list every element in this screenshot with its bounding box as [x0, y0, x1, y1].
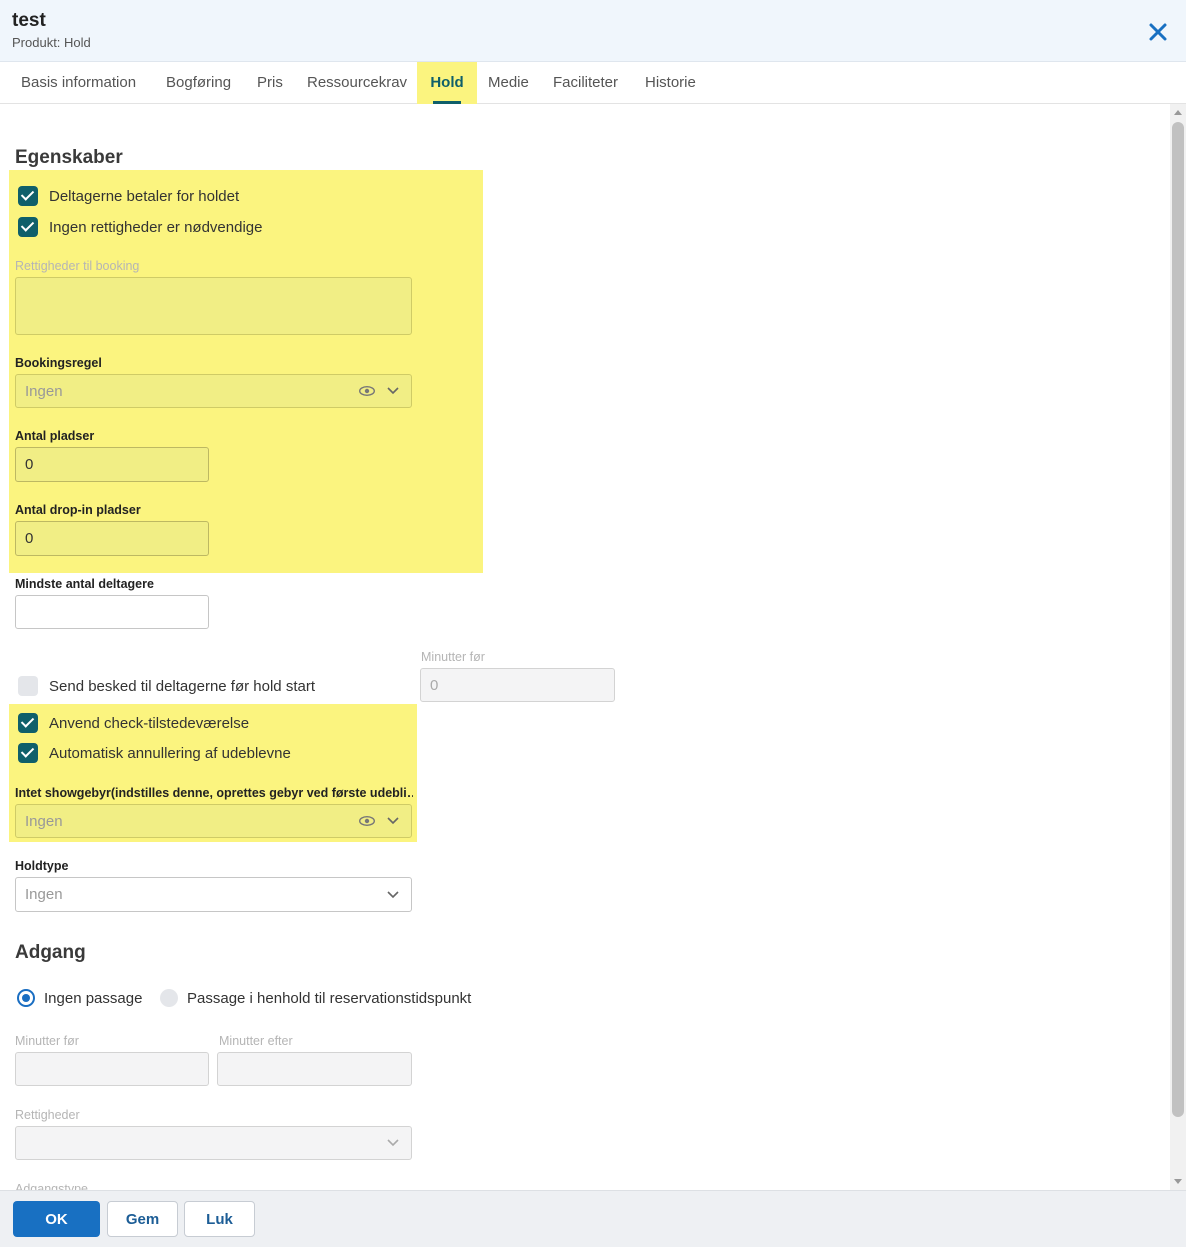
rights-booking-field[interactable]	[15, 277, 412, 335]
check-icon[interactable]	[18, 186, 38, 206]
dialog-footer: OK Gem Luk	[0, 1190, 1186, 1247]
dialog-subtitle: Produkt: Hold	[12, 35, 91, 50]
booking-rule-label: Bookingsregel	[15, 356, 102, 370]
tab-pris[interactable]: Pris	[253, 62, 287, 104]
scrollbar-thumb[interactable]	[1172, 122, 1184, 1117]
checkbox-send-message[interactable]: Send besked til deltagerne før hold star…	[15, 675, 315, 697]
access-minutes-after-input[interactable]	[217, 1052, 412, 1086]
access-minutes-before-label: Minutter før	[15, 1034, 79, 1048]
access-type-label: Adgangstype	[15, 1182, 88, 1190]
radio-no-passage-label: Ingen passage	[44, 989, 143, 1007]
tab-ressourcekrav[interactable]: Ressourcekrav	[303, 62, 411, 104]
radio-button[interactable]	[17, 989, 35, 1007]
save-button[interactable]: Gem	[107, 1201, 178, 1237]
check-icon[interactable]	[18, 217, 38, 237]
checkbox-send-message-label: Send besked til deltagerne før hold star…	[49, 677, 315, 695]
noshow-fee-label: Intet showgebyr(indstilles denne, oprett…	[15, 786, 413, 800]
checkbox-autocancel[interactable]: Automatisk annullering af udeblevne	[15, 742, 291, 764]
noshow-fee-select[interactable]: Ingen	[15, 804, 412, 838]
tab-hold[interactable]: Hold	[417, 62, 477, 104]
dialog-title: test	[12, 10, 46, 31]
holdtype-select[interactable]: Ingen	[15, 877, 412, 912]
rights-booking-label: Rettigheder til booking	[15, 259, 140, 273]
dropin-input[interactable]: 0	[15, 521, 209, 556]
checkbox-no-rights-label: Ingen rettigheder er nødvendige	[49, 218, 263, 236]
chevron-down-icon[interactable]	[387, 817, 399, 825]
section-heading-egenskaber: Egenskaber	[15, 147, 123, 168]
checkbox-autocancel-label: Automatisk annullering af udeblevne	[49, 744, 291, 762]
minutes-before-input[interactable]: 0	[420, 668, 615, 702]
chevron-down-icon[interactable]	[387, 890, 399, 899]
booking-rule-select[interactable]: Ingen	[15, 374, 412, 408]
section-heading-adgang: Adgang	[15, 942, 86, 963]
scroll-down-icon[interactable]	[1174, 1179, 1182, 1184]
dialog-header: test Produkt: Hold	[0, 0, 1186, 62]
check-icon[interactable]	[18, 743, 38, 763]
scroll-up-icon[interactable]	[1174, 110, 1182, 115]
ok-button[interactable]: OK	[13, 1201, 100, 1237]
radio-reservation-label: Passage i henhold til reservationstidspu…	[187, 989, 472, 1007]
eye-icon[interactable]	[359, 816, 375, 826]
access-minutes-after-label: Minutter efter	[219, 1034, 293, 1048]
noshow-fee-value: Ingen	[25, 812, 63, 830]
access-rights-label: Rettigheder	[15, 1108, 80, 1122]
tab-bogforing[interactable]: Bogføring	[162, 62, 235, 104]
checkbox-pay-label: Deltagerne betaler for holdet	[49, 187, 240, 205]
tab-content: Egenskaber Deltagerne betaler for holdet…	[0, 104, 1170, 1190]
tab-historie[interactable]: Historie	[641, 62, 700, 104]
checkbox-checkin[interactable]: Anvend check-tilstedeværelse	[15, 712, 249, 734]
checkbox-box[interactable]	[18, 676, 38, 696]
access-rights-select[interactable]	[15, 1126, 412, 1160]
chevron-down-icon	[387, 1139, 399, 1147]
seats-label: Antal pladser	[15, 429, 95, 443]
access-minutes-before-input[interactable]	[15, 1052, 209, 1086]
checkbox-no-rights[interactable]: Ingen rettigheder er nødvendige	[15, 216, 262, 238]
radio-reservation-passage[interactable]: Passage i henhold til reservationstidspu…	[160, 989, 471, 1007]
checkbox-checkin-label: Anvend check-tilstedeværelse	[49, 714, 250, 732]
booking-rule-value: Ingen	[25, 382, 63, 400]
min-participants-label: Mindste antal deltagere	[15, 577, 154, 591]
tab-medie[interactable]: Medie	[484, 62, 533, 104]
chevron-down-icon[interactable]	[387, 387, 399, 395]
holdtype-value: Ingen	[25, 886, 63, 903]
holdtype-label: Holdtype	[15, 859, 69, 873]
minutes-before-label: Minutter før	[421, 650, 485, 664]
radio-no-passage[interactable]: Ingen passage	[17, 989, 142, 1007]
vertical-scrollbar[interactable]	[1170, 104, 1186, 1190]
min-participants-input[interactable]	[15, 595, 209, 629]
tab-basis-information[interactable]: Basis information	[17, 62, 140, 104]
radio-button[interactable]	[160, 989, 178, 1007]
tab-bar: Basis information Bogføring Pris Ressour…	[0, 62, 1186, 104]
dropin-label: Antal drop-in pladser	[15, 503, 141, 517]
close-button[interactable]: Luk	[184, 1201, 255, 1237]
close-icon[interactable]	[1146, 20, 1170, 44]
seats-input[interactable]: 0	[15, 447, 209, 482]
checkbox-pay[interactable]: Deltagerne betaler for holdet	[15, 185, 239, 207]
eye-icon[interactable]	[359, 386, 375, 396]
tab-faciliteter[interactable]: Faciliteter	[549, 62, 622, 104]
check-icon[interactable]	[18, 713, 38, 733]
